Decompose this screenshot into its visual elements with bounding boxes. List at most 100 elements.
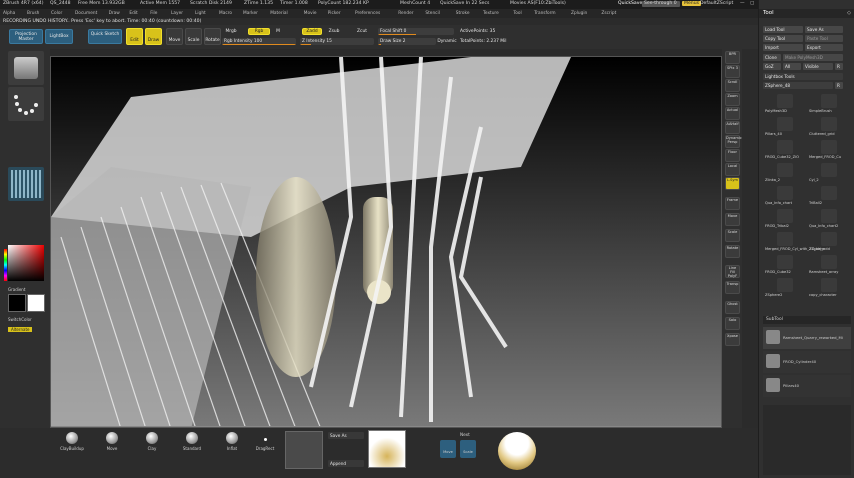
menu-item[interactable]: Transform <box>534 11 555 16</box>
subtool-item[interactable]: Pillars40 <box>763 375 851 397</box>
menu-item[interactable]: Stencil <box>425 11 440 16</box>
tool-thumbnail[interactable] <box>777 232 793 246</box>
zcut-button[interactable]: Zcut <box>354 29 370 34</box>
append-button[interactable]: Append <box>328 460 364 467</box>
right-shelf-button[interactable]: Line Fill PolyF <box>725 265 740 278</box>
zsub-button[interactable]: Zsub <box>326 29 342 34</box>
menu-item[interactable]: File <box>150 11 157 16</box>
menu-item[interactable]: Alpha <box>3 11 15 16</box>
current-tool-slider[interactable]: ZSphere_48 <box>763 82 833 89</box>
canvas-viewport[interactable] <box>50 56 722 428</box>
right-shelf-button[interactable]: Actual <box>725 107 740 120</box>
gradient-label[interactable]: Gradient <box>8 287 25 292</box>
brush-sphere-icon[interactable] <box>226 432 238 444</box>
export-button[interactable]: Export <box>805 44 843 51</box>
material-slot[interactable] <box>368 430 406 468</box>
alternate-button[interactable]: Alternate <box>8 327 33 332</box>
tool-thumbnail[interactable] <box>777 140 793 154</box>
r-toggle[interactable]: R <box>835 82 843 89</box>
all-button[interactable]: All <box>783 63 801 70</box>
material-preview-sphere[interactable] <box>498 432 536 470</box>
quick-sketch-button[interactable]: Quick Sketch <box>88 29 122 44</box>
make-polymesh-button[interactable]: Make PolyMesh3D <box>783 54 843 61</box>
see-through-slider[interactable]: See-through 0 <box>642 1 680 7</box>
r-button[interactable]: R <box>835 63 843 70</box>
secondary-color-swatch[interactable] <box>27 294 45 312</box>
zadd-button[interactable]: Zadd <box>302 28 322 35</box>
tool-thumbnail[interactable] <box>821 163 837 177</box>
import-button[interactable]: Import <box>763 44 803 51</box>
tool-thumbnail[interactable] <box>821 117 837 131</box>
menu-item[interactable]: Document <box>75 11 97 16</box>
load-tool-button[interactable]: Load Tool <box>763 26 803 33</box>
m-button[interactable]: M <box>274 29 282 34</box>
tool-thumbnail[interactable] <box>777 186 793 200</box>
rgb-intensity-slider[interactable]: Rgb Intensity 100 <box>222 38 296 45</box>
dragrect-button[interactable]: DragRect <box>252 430 278 460</box>
right-shelf-button[interactable]: BPR <box>725 51 740 64</box>
brush-sphere-icon[interactable] <box>106 432 118 444</box>
tool-thumbnail[interactable] <box>821 209 837 223</box>
next-label[interactable]: Next <box>460 432 470 437</box>
goz-button[interactable]: GoZ <box>763 63 781 70</box>
menu-item[interactable]: Color <box>51 11 62 16</box>
menu-item[interactable]: Light <box>195 11 206 16</box>
subtool-header[interactable]: SubTool <box>763 316 851 324</box>
tool-thumbnail[interactable] <box>821 278 837 292</box>
z-intensity-slider[interactable]: Z Intensity 15 <box>300 38 374 45</box>
paste-tool-button[interactable]: Paste Tool <box>805 35 843 42</box>
save-as-bottom-button[interactable]: Save As <box>328 432 364 439</box>
alpha-off-slot[interactable] <box>285 431 323 469</box>
right-shelf-button[interactable]: Floor <box>725 149 740 162</box>
tool-thumbnail[interactable] <box>821 232 837 246</box>
menu-item[interactable]: Zscript <box>601 11 616 16</box>
right-shelf-button[interactable]: Dynamic Persp <box>725 135 742 148</box>
menu-item[interactable]: Movie <box>304 11 317 16</box>
menu-item[interactable]: Macro <box>219 11 232 16</box>
tool-thumbnail[interactable] <box>777 94 793 108</box>
tool-thumbnail[interactable] <box>777 117 793 131</box>
right-shelf-button[interactable]: Move <box>725 213 740 226</box>
menu-item[interactable]: Edit <box>129 11 137 16</box>
draw-button[interactable]: Draw <box>145 28 162 45</box>
right-shelf-button[interactable]: AAHalf <box>725 121 740 134</box>
alpha-slot[interactable] <box>8 167 44 201</box>
dynamic-toggle[interactable]: Dynamic <box>437 39 457 44</box>
visible-button[interactable]: Visible <box>803 63 833 70</box>
menu-item[interactable]: Texture <box>483 11 499 16</box>
menu-item[interactable]: Stroke <box>456 11 470 16</box>
right-shelf-button[interactable]: Local <box>725 163 740 176</box>
menu-item[interactable]: Layer <box>171 11 183 16</box>
menu-item[interactable]: Marker <box>243 11 258 16</box>
move-mini-button[interactable]: Move <box>440 440 456 458</box>
tool-header[interactable]: Tool ◇ <box>759 9 854 18</box>
menu-item[interactable]: Preferences <box>355 11 380 16</box>
mrgb-button[interactable]: Mrgb <box>224 29 238 34</box>
subtool-item[interactable]: FROD_Cylinder40 <box>763 351 851 373</box>
brush-sphere-icon[interactable] <box>186 432 198 444</box>
move-button[interactable]: Move <box>166 28 183 45</box>
tool-thumbnail[interactable] <box>821 255 837 269</box>
panel-pin-icon[interactable]: ◇ <box>847 10 851 16</box>
hue-strip[interactable] <box>4 249 7 281</box>
edit-button[interactable]: Edit <box>126 28 143 45</box>
menu-item[interactable]: Tool <box>513 11 521 16</box>
right-shelf-button[interactable]: Rotate <box>725 245 740 258</box>
tool-thumbnail[interactable] <box>821 140 837 154</box>
subtool-item[interactable]: Ramsheet_Quarry_reworked_Mi <box>763 327 851 349</box>
scale-mini-button[interactable]: Scale <box>460 440 476 458</box>
menu-item[interactable]: Render <box>398 11 413 16</box>
copy-tool-button[interactable]: Copy Tool <box>763 35 803 42</box>
rgb-button[interactable]: Rgb <box>248 28 270 35</box>
menu-item[interactable]: Picker <box>328 11 341 16</box>
right-shelf-button[interactable]: Scale <box>725 229 740 242</box>
tool-thumbnail[interactable] <box>777 255 793 269</box>
right-shelf-button[interactable]: L.Sym <box>725 177 740 190</box>
save-as-button[interactable]: Save As <box>805 26 843 33</box>
stroke-slot[interactable] <box>8 87 44 121</box>
lightbox-tools-button[interactable]: Lightbox Tools <box>763 73 843 80</box>
tool-thumbnail[interactable] <box>777 163 793 177</box>
menu-item[interactable]: Draw <box>109 11 120 16</box>
main-color-swatch[interactable] <box>8 294 26 312</box>
clone-button[interactable]: Clone <box>763 54 781 61</box>
